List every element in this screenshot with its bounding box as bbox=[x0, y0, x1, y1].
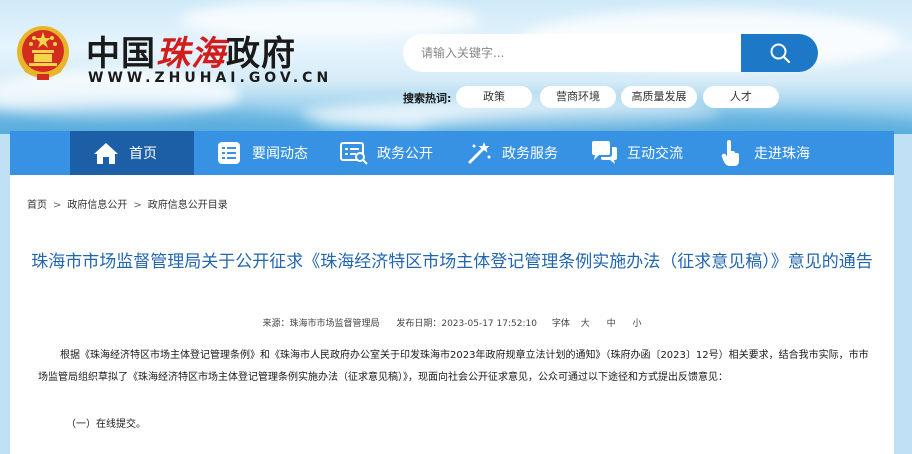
article-subheading: （一）在线提交。 bbox=[66, 419, 146, 430]
hot-search-label: 搜索热词: bbox=[403, 92, 452, 105]
site-logo[interactable]: 中国珠海政府 bbox=[86, 26, 296, 75]
service-wand-icon bbox=[465, 139, 493, 167]
breadcrumb-separator: > bbox=[53, 200, 62, 211]
nav-item-open-gov[interactable]: 政务公开 bbox=[340, 131, 460, 175]
nav-label-news: 要闻动态 bbox=[252, 146, 308, 162]
article-panel: 首页 > 政府信息公开 > 政府信息公开目录 珠海市市场监督管理局关于公开征求《珠海经济… bbox=[10, 175, 894, 454]
nav-label-interaction: 互动交流 bbox=[627, 146, 683, 162]
national-emblem-icon bbox=[17, 26, 69, 80]
nav-label-about-zhuhai: 走进珠海 bbox=[754, 146, 810, 162]
breadcrumb-home[interactable]: 首页 bbox=[27, 196, 47, 211]
open-gov-icon bbox=[340, 139, 368, 167]
article-date: 发布日期：2023-05-17 17:52:10 bbox=[396, 319, 537, 329]
nav-item-home[interactable]: 首页 bbox=[70, 131, 194, 175]
nav-item-news[interactable]: 要闻动态 bbox=[215, 131, 335, 175]
article-paragraph: 根据《珠海经济特区市场主体登记管理条例》和《珠海市人民政府办公室关于印发珠海市2… bbox=[38, 350, 869, 383]
font-size-label: 字体 bbox=[551, 319, 570, 329]
news-list-icon bbox=[215, 139, 243, 167]
nav-label-open-gov: 政务公开 bbox=[377, 146, 433, 162]
font-size-large-button[interactable]: 大 bbox=[581, 319, 590, 329]
site-url: WWW.ZHUHAI.GOV.CN bbox=[88, 70, 333, 86]
nav-label-service: 政务服务 bbox=[502, 146, 558, 162]
article-source: 来源：珠海市市场监督管理局 bbox=[262, 319, 380, 329]
breadcrumb-gov-info-directory[interactable]: 政府信息公开目录 bbox=[148, 196, 228, 211]
search-icon bbox=[770, 43, 790, 64]
breadcrumb: 首页 > 政府信息公开 > 政府信息公开目录 bbox=[27, 196, 228, 211]
nav-item-service[interactable]: 政务服务 bbox=[465, 131, 585, 175]
logo-text-zhuhai: 珠海 bbox=[156, 34, 226, 74]
home-icon bbox=[92, 139, 120, 167]
logo-text-china: 中国 bbox=[86, 34, 156, 74]
main-nav: 首页 要闻动态 政务公开 政务服务 互动交流 走进珠海 bbox=[10, 131, 894, 175]
hand-pointer-icon bbox=[717, 139, 745, 167]
hot-tag-policy[interactable]: 政策 bbox=[456, 86, 532, 108]
breadcrumb-separator: > bbox=[133, 200, 142, 211]
search-button[interactable] bbox=[741, 34, 818, 72]
nav-item-about-zhuhai[interactable]: 走进珠海 bbox=[717, 131, 837, 175]
hot-tag-business-environment[interactable]: 营商环境 bbox=[540, 86, 616, 108]
hot-tag-talent[interactable]: 人才 bbox=[703, 86, 779, 108]
font-size-medium-button[interactable]: 中 bbox=[607, 319, 616, 329]
font-size-small-button[interactable]: 小 bbox=[633, 319, 642, 329]
nav-item-interaction[interactable]: 互动交流 bbox=[590, 131, 710, 175]
article-meta: 来源：珠海市市场监督管理局 发布日期：2023-05-17 17:52:10 字… bbox=[10, 316, 894, 329]
logo-text-government: 政府 bbox=[226, 34, 296, 74]
hot-tag-high-quality-development[interactable]: 高质量发展 bbox=[621, 86, 697, 108]
nav-label-home: 首页 bbox=[129, 146, 157, 162]
search-input[interactable]: 请输入关键字... bbox=[403, 34, 742, 72]
breadcrumb-gov-info[interactable]: 政府信息公开 bbox=[67, 196, 127, 211]
article-title: 珠海市市场监督管理局关于公开征求《珠海经济特区市场主体登记管理条例实施办法（征求… bbox=[31, 252, 873, 272]
chat-icon bbox=[590, 139, 618, 167]
